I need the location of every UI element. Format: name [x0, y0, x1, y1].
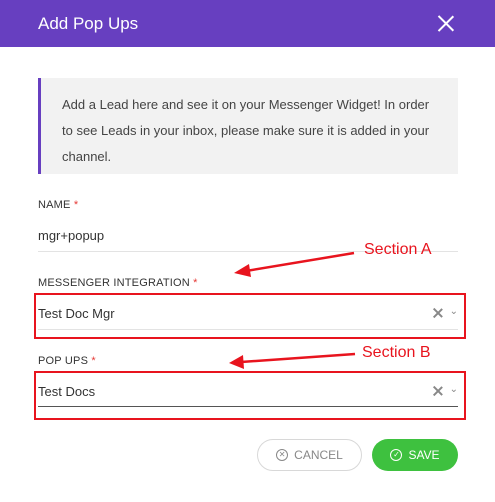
section-b-arrow — [229, 352, 356, 369]
check-circle-icon: ✓ — [390, 449, 403, 461]
cancel-button-label: CANCEL — [294, 448, 343, 462]
save-button-label: SAVE — [408, 448, 440, 462]
cancel-circle-icon: ✕ — [276, 449, 289, 461]
cancel-button[interactable]: ✕ CANCEL — [257, 439, 362, 471]
save-button[interactable]: ✓ SAVE — [372, 439, 458, 471]
section-a-arrow — [234, 251, 355, 277]
annotation-arrows — [229, 251, 356, 369]
